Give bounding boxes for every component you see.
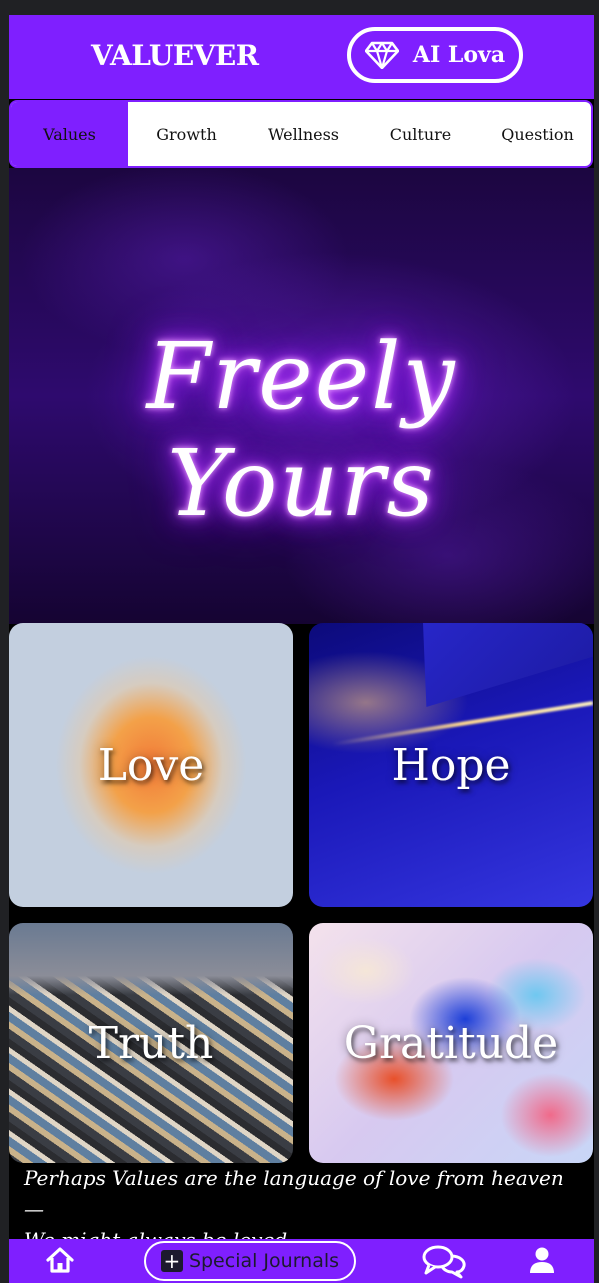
value-card-hope[interactable]: Hope	[309, 623, 593, 907]
diamond-icon	[364, 41, 399, 69]
chat-icon[interactable]	[421, 1243, 467, 1279]
value-card-gratitude[interactable]: Gratitude	[309, 923, 593, 1163]
tab-values[interactable]: Values	[11, 102, 128, 166]
home-icon[interactable]	[45, 1245, 75, 1275]
app-header: VALUEVER AI Lova	[9, 15, 594, 99]
hero-neon-title: Freely Yours	[146, 323, 457, 537]
tab-wellness[interactable]: Wellness	[245, 102, 362, 166]
value-card-love[interactable]: Love	[9, 623, 293, 907]
card-label: Truth	[88, 1017, 214, 1069]
tab-culture[interactable]: Culture	[362, 102, 479, 166]
special-journals-button[interactable]: + Special Journals	[144, 1241, 356, 1281]
tab-growth[interactable]: Growth	[128, 102, 245, 166]
special-journals-label: Special Journals	[188, 1250, 340, 1272]
brand-logo[interactable]: VALUEVER	[91, 39, 259, 72]
value-card-truth[interactable]: Truth	[9, 923, 293, 1163]
ai-lova-label: AI Lova	[412, 42, 506, 68]
card-label: Love	[97, 739, 205, 791]
category-tabs: Values Growth Wellness Culture Question	[9, 100, 593, 168]
card-label: Hope	[391, 739, 511, 791]
app-screen: VALUEVER AI Lova Values Growth Wellness …	[9, 15, 594, 1283]
card-decoration	[423, 623, 593, 707]
bottom-nav: + Special Journals	[9, 1239, 594, 1283]
hero-banner[interactable]: Freely Yours	[9, 168, 594, 624]
plus-icon: +	[160, 1250, 183, 1272]
card-label: Gratitude	[343, 1017, 559, 1069]
tab-question[interactable]: Question	[479, 102, 591, 166]
user-icon[interactable]	[528, 1246, 556, 1274]
ai-lova-button[interactable]: AI Lova	[347, 27, 523, 83]
quote-line: Perhaps Values are the language of love …	[24, 1166, 564, 1221]
